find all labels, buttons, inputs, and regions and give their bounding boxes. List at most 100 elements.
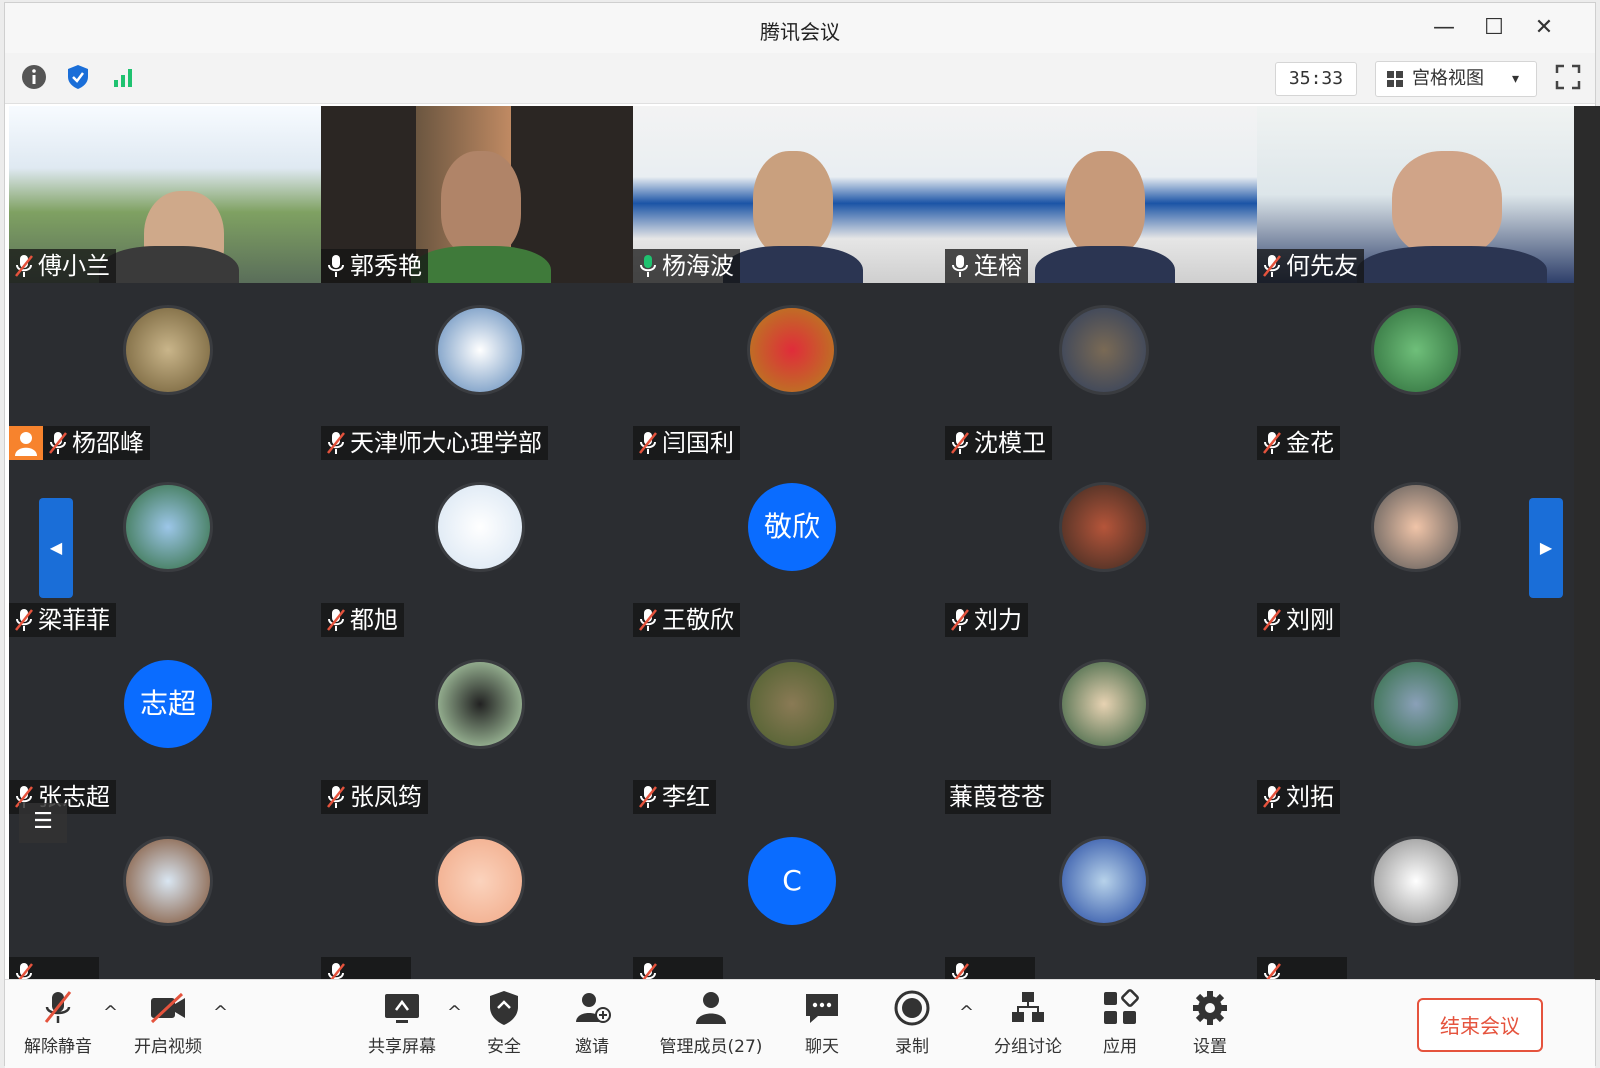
next-page-button[interactable]: ▶	[1529, 498, 1563, 598]
prev-page-button[interactable]: ◀	[39, 498, 73, 598]
record-button[interactable]: 录制	[867, 986, 957, 1062]
participant-tile[interactable]: C	[633, 814, 950, 980]
end-meeting-button[interactable]: 结束会议	[1417, 998, 1543, 1052]
avatar	[1371, 659, 1461, 749]
mic-muted-icon	[637, 784, 659, 810]
participant-face	[753, 151, 833, 256]
participant-tile[interactable]: 沈模卫	[945, 283, 1262, 460]
chat-button[interactable]: 聊天	[777, 986, 867, 1062]
participant-name-tag: 闫国利	[633, 426, 740, 460]
unmute-button[interactable]: 解除静音	[13, 986, 103, 1062]
participant-tile[interactable]: 杨海波	[633, 106, 950, 283]
audio-options-caret[interactable]: ^	[103, 1002, 118, 1023]
apps-button[interactable]: 应用	[1075, 986, 1165, 1062]
shield-icon[interactable]	[63, 62, 93, 92]
participant-tile[interactable]: 何先友	[1257, 106, 1574, 283]
participant-name-tag	[633, 957, 723, 980]
mic-muted-icon	[1261, 253, 1283, 279]
record-label: 录制	[895, 1037, 929, 1057]
avatar: 志超	[124, 660, 212, 748]
participant-tile[interactable]: 天津师大心理学部	[321, 283, 638, 460]
mic-muted-icon	[325, 961, 347, 980]
participant-tile[interactable]: 都旭	[321, 460, 638, 637]
minimize-button[interactable]: —	[1429, 13, 1459, 43]
participant-tile[interactable]: 杨邵峰	[9, 283, 326, 460]
participant-face	[1392, 151, 1502, 256]
record-options-caret[interactable]: ^	[959, 1002, 974, 1023]
participant-tile[interactable]: 金花	[1257, 283, 1574, 460]
participant-name-tag: 张凤筠	[321, 780, 428, 814]
participant-tile[interactable]: 蒹葭苍苍	[945, 637, 1262, 814]
mic-muted-icon	[1261, 430, 1283, 456]
avatar	[747, 659, 837, 749]
bottom-control-bar: 解除静音 ^ 开启视频 ^ 共享屏幕 ^ 安全 邀请 管理成员(27) 聊天 录…	[5, 979, 1595, 1068]
participant-name-tag: 刘刚	[1257, 603, 1340, 637]
avatar	[1059, 305, 1149, 395]
breakout-button[interactable]: 分组讨论	[983, 986, 1073, 1062]
participant-name: 郭秀艳	[350, 252, 422, 280]
participant-name-tag: 蒹葭苍苍	[945, 780, 1051, 814]
participant-tile[interactable]: 敬欣 王敬欣	[633, 460, 950, 637]
start-video-button[interactable]: 开启视频	[123, 986, 213, 1062]
security-shield-icon	[490, 991, 518, 1025]
participant-body	[1357, 246, 1547, 283]
participant-name-tag	[945, 957, 1035, 980]
mic-icon	[325, 253, 347, 279]
share-screen-icon	[385, 994, 419, 1023]
participant-name-tag: 刘力	[945, 603, 1028, 637]
security-button[interactable]: 安全	[459, 986, 549, 1062]
manage-members-button[interactable]: 管理成员(27)	[641, 986, 781, 1062]
participant-name-tag: 金花	[1257, 426, 1340, 460]
mic-muted-icon	[1261, 961, 1283, 980]
avatar	[435, 659, 525, 749]
participant-name-tag: 郭秀艳	[321, 249, 428, 283]
avatar	[123, 836, 213, 926]
mic-muted-icon	[637, 961, 659, 980]
avatar	[1059, 836, 1149, 926]
mic-muted-icon	[949, 430, 971, 456]
participant-tile[interactable]: 刘拓	[1257, 637, 1574, 814]
participant-tile[interactable]: 傅小兰	[9, 106, 326, 283]
settings-label: 设置	[1193, 1037, 1227, 1057]
mic-muted-icon	[637, 430, 659, 456]
participant-tile[interactable]: 郭秀艳	[321, 106, 638, 283]
participant-tile[interactable]	[321, 814, 638, 980]
member-list-toggle[interactable]: ☰	[19, 803, 67, 843]
grid-view-icon	[1387, 71, 1403, 87]
info-icon[interactable]	[19, 62, 49, 92]
avatar	[1059, 659, 1149, 749]
participant-tile[interactable]	[945, 814, 1262, 980]
invite-button[interactable]: 邀请	[547, 986, 637, 1062]
participant-name: 刘刚	[1286, 606, 1334, 634]
participant-tile[interactable]: 李红	[633, 637, 950, 814]
mic-icon	[637, 253, 659, 279]
participant-grid: 傅小兰 郭秀艳 杨海波 连榕 何先友 杨邵峰 天津师大心理学部 闫国利 沈模卫 金花 梁菲菲 都旭 敬欣…	[9, 106, 1600, 980]
gear-icon	[1193, 991, 1227, 1025]
fullscreen-icon[interactable]	[1553, 62, 1583, 92]
maximize-button[interactable]: ☐	[1479, 13, 1509, 43]
video-options-caret[interactable]: ^	[213, 1002, 228, 1023]
avatar	[435, 305, 525, 395]
participant-name-tag: 沈模卫	[945, 426, 1052, 460]
participant-tile[interactable]	[1257, 814, 1574, 980]
participant-tile[interactable]: 闫国利	[633, 283, 950, 460]
participant-tile[interactable]: 志超 张志超	[9, 637, 326, 814]
participant-face	[1065, 151, 1145, 256]
participant-tile[interactable]: 张凤筠	[321, 637, 638, 814]
share-screen-button[interactable]: 共享屏幕	[357, 986, 447, 1062]
chat-icon	[806, 994, 838, 1023]
share-screen-label: 共享屏幕	[368, 1037, 436, 1057]
signal-icon[interactable]	[109, 62, 139, 92]
participant-tile[interactable]: 刘力	[945, 460, 1262, 637]
participant-name: 王敬欣	[662, 606, 734, 634]
view-mode-select[interactable]: 宫格视图 ▾	[1375, 61, 1537, 97]
participant-name-tag: 李红	[633, 780, 716, 814]
participant-tile[interactable]: 连榕	[945, 106, 1262, 283]
title-bar: 腾讯会议 — ☐ ✕	[5, 3, 1595, 53]
settings-button[interactable]: 设置	[1165, 986, 1255, 1062]
close-button[interactable]: ✕	[1529, 13, 1559, 43]
participant-body	[411, 246, 551, 283]
participant-tile[interactable]: 刘刚	[1257, 460, 1574, 637]
unmute-label: 解除静音	[24, 1037, 92, 1057]
chevron-down-icon: ▾	[1512, 71, 1520, 87]
